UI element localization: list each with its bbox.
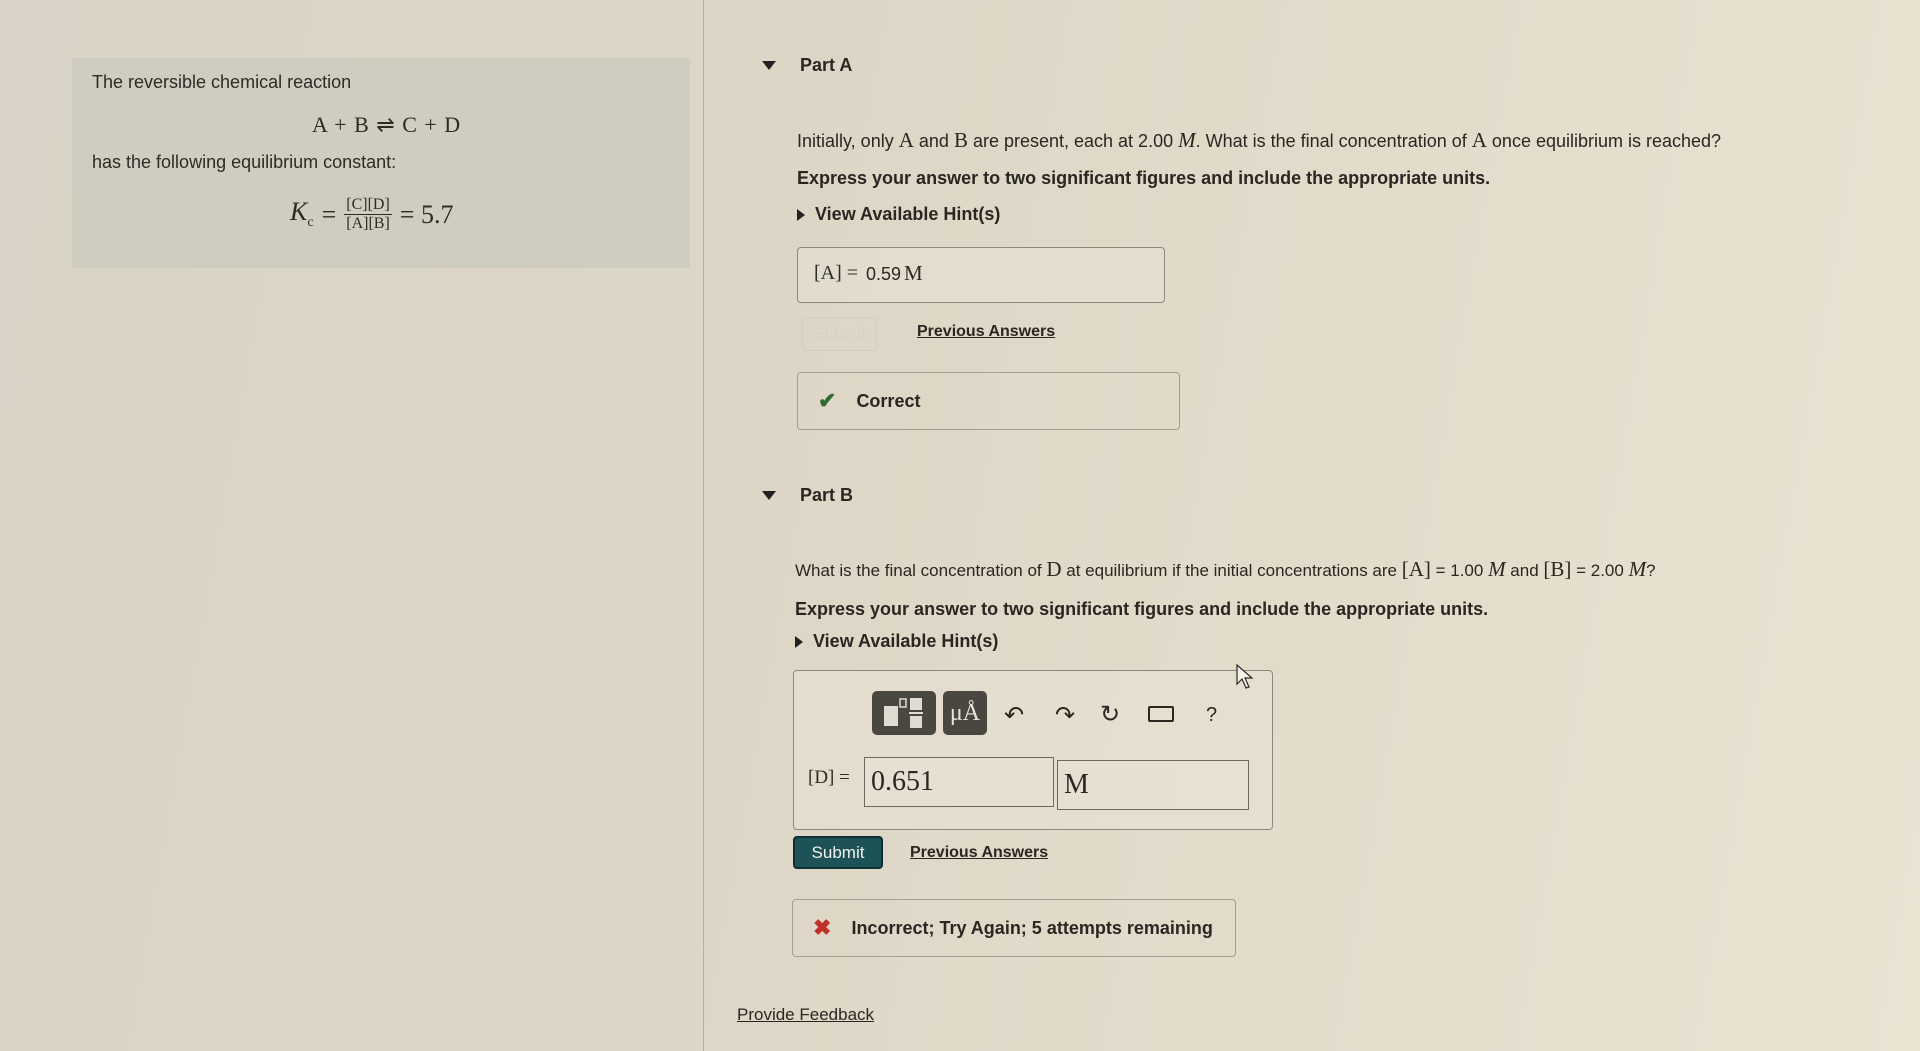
kc-numerator: [C][D] (344, 196, 392, 215)
help-icon[interactable]: ? (1206, 704, 1217, 727)
reaction-equation: A + B ⇌ C + D (312, 112, 462, 137)
part-a-feedback-box: ✔ Correct (797, 372, 1180, 430)
provide-feedback-link[interactable]: Provide Feedback (737, 1005, 874, 1025)
collapse-triangle-icon (762, 491, 776, 500)
part-a-answer-unit: M (904, 261, 923, 285)
part-a-answer-label: [A] = (814, 262, 859, 284)
equals-sign: = (321, 199, 337, 229)
part-a-question: Initially, only A and B are present, eac… (797, 128, 1722, 152)
part-b-answer-label: [D] = (808, 767, 850, 788)
part-a-title: Part A (800, 55, 853, 75)
hint-label: View Available Hint(s) (813, 631, 999, 651)
part-b-instructions: Express your answer to two significant f… (795, 599, 1489, 619)
part-b-submit-button[interactable]: Submit (793, 836, 883, 869)
part-b-feedback-box: ✖ Incorrect; Try Again; 5 attempts remai… (792, 899, 1236, 957)
units-button[interactable]: μÅ (943, 691, 987, 735)
part-b-header[interactable]: Part B (762, 485, 853, 506)
x-mark-icon: ✖ (813, 915, 832, 940)
part-b-hints-toggle[interactable]: View Available Hint(s) (795, 631, 998, 652)
keyboard-icon[interactable] (1148, 706, 1174, 722)
part-a-answer-value: 0.59 (866, 264, 902, 284)
equilibrium-intro-text: has the following equilibrium constant: (92, 152, 397, 172)
part-a-header[interactable]: Part A (762, 55, 852, 76)
part-b-title: Part B (800, 485, 854, 505)
part-b-question: What is the final concentration of D at … (795, 557, 1656, 581)
kc-value: = 5.7 (399, 199, 454, 229)
kc-fraction: [C][D] [A][B] (344, 196, 392, 233)
hint-label: View Available Hint(s) (815, 204, 1001, 224)
collapse-triangle-icon (762, 61, 776, 70)
part-a-instructions: Express your answer to two significant f… (797, 168, 1491, 188)
column-divider (703, 0, 704, 1051)
part-a-hints-toggle[interactable]: View Available Hint(s) (797, 204, 1000, 225)
kc-symbol: Kc (290, 197, 314, 231)
kc-equation: Kc = [C][D] [A][B] = 5.7 (290, 196, 453, 233)
templates-button[interactable] (872, 691, 936, 735)
mouse-cursor-icon (1236, 664, 1254, 689)
part-b-previous-answers-link[interactable]: Previous Answers (910, 844, 1048, 862)
checkmark-icon: ✔ (818, 388, 837, 413)
reset-icon[interactable]: ↻ (1100, 700, 1120, 729)
part-a-previous-answers-link[interactable]: Previous Answers (917, 323, 1055, 341)
undo-icon[interactable]: ↶ (1004, 701, 1024, 730)
part-a-feedback-text: Correct (856, 390, 921, 411)
unit-input[interactable]: M (1057, 760, 1249, 810)
redo-icon[interactable]: ↷ (1055, 701, 1075, 730)
units-icon: μÅ (949, 699, 981, 726)
kc-denominator: [A][B] (346, 215, 390, 232)
problem-intro-text: The reversible chemical reaction (92, 72, 352, 92)
value-input[interactable]: 0.651 (864, 757, 1054, 807)
part-b-feedback-text: Incorrect; Try Again; 5 attempts remaini… (851, 917, 1213, 938)
templates-icon (884, 698, 923, 728)
part-a-answer-display: [A] = 0.59 M (797, 247, 1165, 303)
part-a-submit-button-disabled: Submit (802, 317, 877, 351)
expand-triangle-icon (797, 208, 805, 221)
expand-triangle-icon (795, 635, 803, 648)
